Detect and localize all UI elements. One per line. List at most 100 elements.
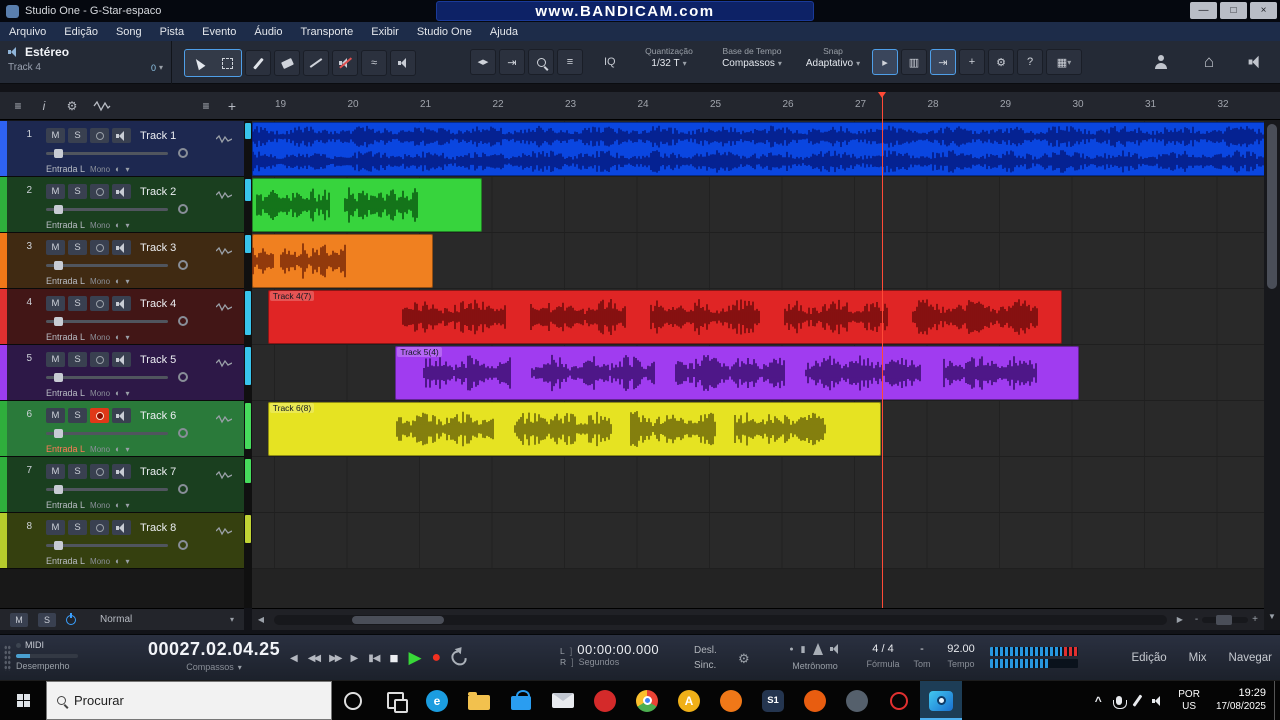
menu-item-audio[interactable]: Áudio [245,22,291,41]
show-desktop-button[interactable] [1274,680,1280,720]
pan-knob[interactable] [178,148,188,158]
autoscroll-button[interactable]: ⇥ [499,49,525,75]
taskbar-firefox-button[interactable] [794,681,836,720]
follow-button[interactable]: ⇥ [930,49,956,75]
volume-fader[interactable] [46,541,168,550]
sync-panel[interactable]: Desl. Sinc. [694,643,717,673]
pan-knob[interactable] [178,372,188,382]
input-select[interactable]: Entrada L Mono ◐ ▾ [46,220,130,230]
browse-view-button[interactable]: Navegar [1229,652,1272,664]
zoom-out-button[interactable]: - [1195,614,1198,625]
record-arm-button[interactable] [90,240,109,255]
fader-handle[interactable] [54,485,63,494]
taskbar-record-app-button[interactable] [878,681,920,720]
solo-button[interactable]: S [68,352,87,367]
track-mode-select[interactable]: Normal [100,614,132,625]
channel-display[interactable]: Estéreo Track 4 0 ▾ [0,41,172,84]
audio-clip-track-6[interactable]: Track 6(8) [267,402,881,456]
monitor-button[interactable] [112,352,131,367]
mute-button[interactable]: M [46,464,65,479]
volume-fader[interactable] [46,373,168,382]
monitor-button[interactable] [112,520,131,535]
return-to-start-button[interactable]: ◀ [290,653,298,664]
hscroll-handle[interactable] [352,615,444,624]
menu-item-transporte[interactable]: Transporte [292,22,363,41]
macros-button[interactable]: ≡ [557,49,583,75]
transport-drag-handle[interactable] [4,645,11,671]
bend-tool-button[interactable]: ≈ [361,50,387,76]
taskbar-chrome-button[interactable] [626,681,668,720]
mix-view-button[interactable]: Mix [1189,652,1207,664]
listen-tool-button[interactable] [390,50,416,76]
nudge-button[interactable]: ◀▶ [470,49,496,75]
monitor-button[interactable] [112,296,131,311]
monitor-button[interactable] [112,128,131,143]
mute-button[interactable]: M [46,128,65,143]
layout-grid-button[interactable]: ▦ ▾ [1046,49,1082,75]
metronome-panel[interactable]: ● ▮ Metrônomo [762,641,868,671]
monitoring-button[interactable] [1238,48,1272,76]
pan-knob[interactable] [178,484,188,494]
mute-button[interactable]: M [46,352,65,367]
taskbar-edge-button[interactable]: e [416,681,458,720]
quantize-control[interactable]: Quantização 1/32 T ▾ [632,46,706,69]
vertical-scrollbar[interactable]: ▼ [1264,92,1280,630]
eraser-tool-button[interactable] [274,50,300,76]
taskbar-file-explorer-button[interactable] [458,681,500,720]
tray-chevron-button[interactable]: ^ [1088,681,1109,720]
fast-forward-button[interactable]: ▶▶ [329,653,342,664]
timebase-control[interactable]: Base de Tempo Compassos ▾ [710,46,794,69]
track-lane-8[interactable] [252,513,1264,569]
taskbar-cortana-button[interactable] [332,681,374,720]
track-header-4[interactable]: 4 M S Track 4 Entrada L Mono ◐ ▾ [0,289,244,345]
taskbar-amber-app-button[interactable]: A [668,681,710,720]
fader-handle[interactable] [54,149,63,158]
track-list-menu-button[interactable]: ≡ [8,97,28,115]
arrow-tool-button[interactable] [186,50,212,76]
record-arm-button[interactable] [90,296,109,311]
monitor-button[interactable] [112,408,131,423]
stop-button[interactable]: ■ [389,650,398,667]
zoom-slider-handle[interactable] [1216,614,1233,625]
menu-item-pista[interactable]: Pista [151,22,193,41]
add-track-button[interactable]: + [222,97,242,115]
record-arm-button[interactable] [90,464,109,479]
key-display[interactable]: - Tom [908,643,936,669]
track-list-button[interactable]: ≡ [196,97,216,115]
volume-fader[interactable] [46,261,168,270]
solo-button[interactable]: S [68,296,87,311]
solo-button[interactable]: S [68,408,87,423]
minimize-button[interactable]: — [1190,2,1217,19]
tempo-display[interactable]: 92.00 Tempo [938,643,984,669]
menu-item-exibir[interactable]: Exibir [362,22,408,41]
vscroll-handle[interactable] [1267,124,1277,289]
audio-clip-track-3[interactable] [252,234,433,288]
record-arm-button[interactable] [90,352,109,367]
scroll-left-button[interactable]: ◀ [252,609,270,630]
pan-knob[interactable] [178,540,188,550]
volume-fader[interactable] [46,205,168,214]
automation-button[interactable] [92,97,112,115]
input-select[interactable]: Entrada L Mono ◐ ▾ [46,164,130,174]
monitor-button[interactable] [112,240,131,255]
secondary-time-display[interactable]: L] 00:00:00.000 R] Segundos [560,642,659,667]
volume-fader[interactable] [46,429,168,438]
fader-handle[interactable] [54,261,63,270]
go-to-start-button[interactable]: ▮◀ [368,653,380,664]
pan-knob[interactable] [178,316,188,326]
tray-pen-button[interactable] [1129,681,1146,720]
track-header-5[interactable]: 5 M S Track 5 Entrada L Mono ◐ ▾ [0,345,244,401]
input-select[interactable]: Entrada L Mono ◐ ▾ [46,388,130,398]
record-arm-button[interactable] [90,408,109,423]
input-select[interactable]: Entrada L Mono ◐ ▾ [46,500,130,510]
track-header-2[interactable]: 2 M S Track 2 Entrada L Mono ◐ ▾ [0,177,244,233]
start-button[interactable] [0,681,46,720]
rewind-button[interactable]: ◀◀ [308,653,321,664]
tray-volume-button[interactable] [1145,681,1170,720]
solo-button[interactable]: S [68,128,87,143]
track-lane-7[interactable] [252,457,1264,513]
next-button[interactable]: ▶ [350,653,358,664]
zoom-slider[interactable] [1202,614,1249,625]
menu-item-evento[interactable]: Evento [193,22,245,41]
crosshair-button[interactable]: + [959,49,985,75]
